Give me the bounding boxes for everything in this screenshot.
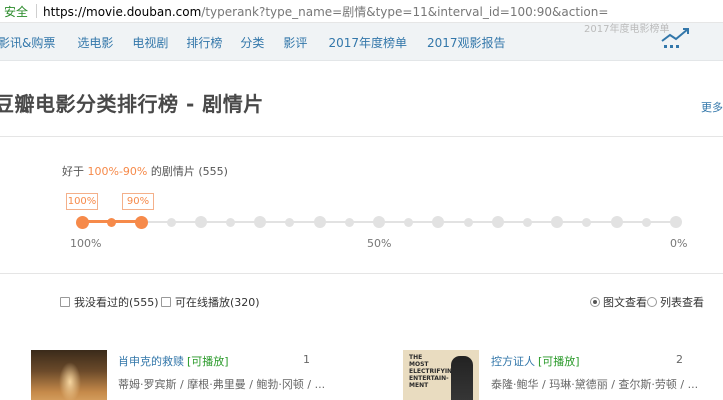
nav-item-explore[interactable]: 选电影 xyxy=(77,34,113,51)
checkbox-box[interactable] xyxy=(161,297,171,307)
scale-label-50: 50% xyxy=(367,237,392,250)
slider-stop[interactable] xyxy=(463,217,473,227)
slider-stop[interactable] xyxy=(373,216,385,228)
movie-poster[interactable]: THE MOST ELECTRIFYING ENTERTAIN- MENT xyxy=(403,350,479,400)
slider-tag-low: 90% xyxy=(122,193,154,210)
slider-stop[interactable] xyxy=(285,217,295,227)
movie-title-text[interactable]: 控方证人 xyxy=(491,355,535,368)
slider-handle[interactable] xyxy=(134,215,148,229)
slider-stop[interactable] xyxy=(432,216,445,228)
filter-prefix: 好于 xyxy=(62,165,84,178)
nav-item-review[interactable]: 影评 xyxy=(283,34,307,51)
scale-label-100: 100% xyxy=(70,237,102,250)
filter-range: 100%-90% xyxy=(87,165,148,178)
nav-item-report[interactable]: 2017观影报告 xyxy=(427,34,506,51)
url-text[interactable]: https://movie.douban.com/typerank?type_n… xyxy=(43,3,608,20)
poster-figure xyxy=(451,356,473,400)
view-list-label: 列表查看 xyxy=(660,296,704,309)
nav-item-annual[interactable]: 2017年度榜单 xyxy=(328,34,407,51)
secure-label: 安全 xyxy=(4,4,29,19)
nav-item-tv[interactable]: 电视剧 xyxy=(132,34,168,51)
address-separator xyxy=(36,4,38,18)
filter-summary: 好于 100%-90% 的剧情片 (555) xyxy=(62,163,228,179)
scale-label-0: 0% xyxy=(670,237,688,250)
slider-stop[interactable] xyxy=(226,217,235,227)
url-host: https://movie.douban.com xyxy=(43,4,202,19)
view-list-radio[interactable]: 列表查看 xyxy=(647,294,704,310)
movie-rank: 2 xyxy=(676,353,683,366)
nav-item-rank[interactable]: 排行榜 xyxy=(186,34,222,51)
filter-suffix: 的剧情片 xyxy=(150,165,195,178)
slider-stop[interactable] xyxy=(107,217,117,227)
nav-bar: 影讯&购票 选电影 电视剧 排行榜 分类 影评 2017年度榜单 2017观影报… xyxy=(0,23,723,61)
poster-art: THE MOST ELECTRIFYING ENTERTAIN- MENT xyxy=(409,354,457,389)
slider-stop[interactable] xyxy=(641,217,651,227)
url-path: /typerank?type_name=剧情&type=11&interval_… xyxy=(201,4,609,19)
slider-stop[interactable] xyxy=(523,217,532,227)
play-badge[interactable]: [可播放] xyxy=(187,355,229,368)
divider xyxy=(0,273,723,274)
play-badge[interactable]: [可播放] xyxy=(538,355,580,368)
more-link[interactable]: 更多 xyxy=(701,99,723,115)
slider-stop[interactable] xyxy=(670,216,682,228)
view-grid-radio[interactable]: 图文查看 xyxy=(590,294,647,310)
movie-title[interactable]: 控方证人 [可播放] xyxy=(491,353,580,369)
slider-stop[interactable] xyxy=(551,216,564,228)
movie-title[interactable]: 肖申克的救赎 [可播放] xyxy=(118,353,229,369)
divider xyxy=(0,136,723,137)
slider-stop[interactable] xyxy=(313,216,326,228)
unwatched-label: 我没看过的(555) xyxy=(74,296,159,309)
movie-actors: 泰隆·鲍华 / 玛琳·黛德丽 / 查尔斯·劳顿 / ... xyxy=(491,378,699,391)
movie-poster[interactable] xyxy=(31,350,107,400)
filter-count: (555) xyxy=(198,165,228,178)
slider-handle[interactable] xyxy=(75,215,89,229)
slider-stop[interactable] xyxy=(254,216,267,228)
view-grid-label: 图文查看 xyxy=(603,296,647,309)
movie-title-text[interactable]: 肖申克的救赎 xyxy=(118,355,184,368)
slider-stop[interactable] xyxy=(166,217,176,227)
slider-tag-high: 100% xyxy=(66,193,98,210)
movie-rank: 1 xyxy=(303,353,310,366)
online-label: 可在线播放(320) xyxy=(175,296,260,309)
slider-stop[interactable] xyxy=(582,217,592,227)
nav-item-category[interactable]: 分类 xyxy=(240,34,264,51)
nav-item-tickets[interactable]: 影讯&购票 xyxy=(0,34,55,51)
slider-stop[interactable] xyxy=(491,216,504,228)
radio-selected[interactable] xyxy=(590,297,600,307)
slider-stop[interactable] xyxy=(610,216,623,228)
slider-stop[interactable] xyxy=(344,217,354,227)
radio-unselected[interactable] xyxy=(647,297,657,307)
poster-art xyxy=(59,362,81,400)
page-title: 豆瓣电影分类排行榜 - 剧情片 xyxy=(0,92,264,116)
unwatched-checkbox[interactable]: 我没看过的(555) xyxy=(60,294,159,310)
chart-icon[interactable] xyxy=(660,27,692,49)
checkbox-box[interactable] xyxy=(60,297,70,307)
annual-banner-text[interactable]: 2017年度电影榜单 xyxy=(584,20,669,35)
slider-stop[interactable] xyxy=(404,217,414,227)
online-checkbox[interactable]: 可在线播放(320) xyxy=(161,294,260,310)
movie-actors: 蒂姆·罗宾斯 / 摩根·弗里曼 / 鲍勃·冈顿 / ... xyxy=(118,378,326,391)
slider-stop[interactable] xyxy=(194,216,207,228)
